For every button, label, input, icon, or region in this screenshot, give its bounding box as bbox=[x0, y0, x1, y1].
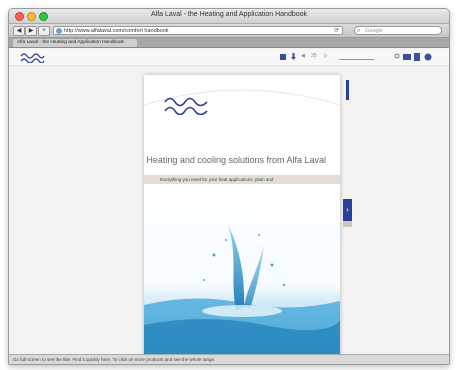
water-splash-image bbox=[144, 185, 340, 364]
page-corner-icon[interactable] bbox=[343, 221, 352, 227]
back-button[interactable]: ◀ bbox=[13, 26, 25, 36]
share-icon[interactable] bbox=[424, 53, 432, 61]
search-placeholder: Google bbox=[365, 28, 383, 34]
browser-window: Alfa Laval - the Heating and Application… bbox=[8, 8, 450, 365]
viewer-toolbar: ◀ 25 ▷ bbox=[9, 49, 449, 66]
download-icon[interactable] bbox=[290, 53, 297, 61]
search-icon: ⌕ bbox=[357, 28, 361, 34]
address-bar: ◀ ▶ + http://www.alfalaval.com/comfort h… bbox=[9, 24, 449, 38]
next-page-toolbar-button[interactable]: ▷ bbox=[324, 53, 328, 59]
site-icon bbox=[56, 28, 62, 34]
thumbnails-icon[interactable] bbox=[403, 53, 411, 61]
tab-active[interactable]: Alfa Laval - the Heating and Application… bbox=[13, 39, 137, 47]
search-input[interactable]: ⌕ Google bbox=[354, 26, 442, 35]
next-page-button[interactable]: › bbox=[343, 199, 352, 221]
url-text: http://www.alfalaval.com/comfort handboo… bbox=[64, 28, 169, 34]
prev-page-button[interactable]: ◀ bbox=[301, 53, 305, 59]
document-page: Heating and cooling solutions from Alfa … bbox=[144, 75, 340, 364]
alfa-laval-logo bbox=[164, 97, 208, 115]
print-icon[interactable] bbox=[279, 53, 287, 61]
status-bar: Go full screen to see the title. Find it… bbox=[9, 354, 449, 364]
document-subtitle: Everything you need for your heat applic… bbox=[144, 175, 340, 184]
add-bookmark-button[interactable]: + bbox=[38, 26, 50, 36]
reload-icon[interactable]: ⟳ bbox=[334, 27, 339, 36]
tab-bar: Alfa Laval - the Heating and Application… bbox=[9, 38, 449, 48]
page-slider[interactable] bbox=[339, 59, 374, 60]
alfa-laval-logo[interactable] bbox=[19, 51, 45, 63]
page-content: ◀ 25 ▷ Heating and cooling solutions fro… bbox=[9, 49, 449, 364]
document-title: Heating and cooling solutions from Alfa … bbox=[146, 155, 326, 165]
forward-button[interactable]: ▶ bbox=[25, 26, 37, 36]
window-title: Alfa Laval - the Heating and Application… bbox=[150, 11, 308, 18]
title-bar: Alfa Laval - the Heating and Application… bbox=[9, 9, 449, 24]
bookmark-icon[interactable] bbox=[414, 53, 420, 61]
scroll-indicator[interactable] bbox=[346, 80, 349, 100]
zoom-icon[interactable] bbox=[394, 53, 400, 61]
page-number[interactable]: 25 bbox=[311, 53, 317, 59]
url-field[interactable]: http://www.alfalaval.com/comfort handboo… bbox=[53, 26, 343, 35]
